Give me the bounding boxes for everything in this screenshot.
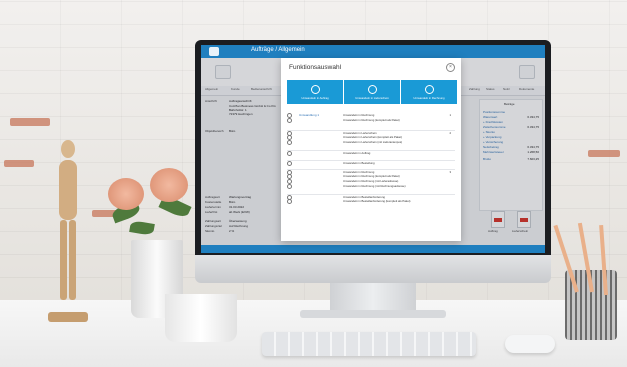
option-text: Umwandeln in Lieferschein (mit Lieferant…: [343, 140, 403, 144]
monitor-stand-base: [300, 310, 446, 318]
title-bar: Aufträge / Allgemein: [201, 45, 545, 58]
circle-icon: [424, 85, 434, 94]
circle-icon: [367, 85, 377, 94]
list-item[interactable]: Umwandeln in Bestellanforderung (komplet…: [287, 199, 455, 204]
wall-brick: [588, 150, 620, 157]
option-text: Umwandeln in Rechnung (mit Lieferadresse…: [343, 179, 399, 183]
tile-label: Umwandeln in Lieferschein: [355, 96, 389, 100]
option-text: Umwandeln in Rechnung: [343, 113, 375, 117]
wooden-mannequin: [48, 140, 88, 330]
option-text: Umwandeln in Bestellanforderung (komplet…: [343, 199, 411, 203]
tile-label: Umwandeln in Rechnung: [413, 96, 445, 100]
radio-icon[interactable]: [287, 151, 292, 156]
list-item[interactable]: Umwandeln in Lieferschein (mit Lieferant…: [287, 140, 455, 145]
monitor-chin: [195, 255, 551, 283]
radio-icon[interactable]: [287, 161, 292, 166]
option-text: Umwandeln in Rechnung (mit Rechnungsadre…: [343, 184, 406, 188]
list-item[interactable]: Umwandeln in Auftrag: [287, 150, 455, 156]
radio-icon[interactable]: [287, 140, 292, 145]
option-group: Umwandlung 1: [299, 113, 320, 117]
list-item[interactable]: Umwandeln in Rechnung (mit Rechnungsadre…: [287, 184, 455, 189]
radio-icon[interactable]: [287, 118, 292, 123]
circle-icon: [310, 85, 320, 94]
convert-to-invoice-button[interactable]: Umwandeln in Rechnung: [401, 80, 457, 104]
app-logo-icon: [209, 47, 219, 56]
monitor-stand: [330, 283, 416, 313]
option-text: Umwandeln in Auftrag: [343, 151, 371, 155]
status-bar: [201, 245, 545, 253]
window-title: Aufträge / Allgemein: [251, 47, 305, 53]
keyboard: [262, 332, 476, 356]
option-number: 1: [449, 113, 451, 117]
flower: [150, 168, 188, 202]
function-selection-dialog: Funktionsauswahl × Umwandeln in Auftrag …: [281, 58, 461, 241]
option-text: Umwandeln in Lieferschein (komplett als …: [343, 135, 403, 139]
wall-brick: [10, 118, 50, 126]
convert-to-order-button[interactable]: Umwandeln in Auftrag: [287, 80, 343, 104]
list-item[interactable]: Umwandeln in Rechnung (komplett als Pake…: [287, 118, 455, 123]
close-icon[interactable]: ×: [446, 63, 455, 72]
option-text: Umwandeln in Rechnung (komplett als Pake…: [343, 174, 400, 178]
radio-icon[interactable]: [287, 184, 292, 189]
coffee-cup: [165, 294, 237, 342]
option-text: Umwandeln in Bestellung: [343, 161, 375, 165]
option-text: Umwandeln in Rechnung (komplett als Pake…: [343, 118, 400, 122]
convert-to-delivery-note-button[interactable]: Umwandeln in Lieferschein: [344, 80, 400, 104]
mouse: [505, 335, 555, 353]
wall-brick: [4, 160, 34, 167]
dialog-title: Funktionsauswahl: [289, 64, 342, 71]
flower: [108, 178, 144, 210]
radio-icon[interactable]: [287, 199, 292, 204]
app-screen: Aufträge / Allgemein Allgemein Kunde Bed…: [201, 45, 545, 253]
tile-label: Umwandeln in Auftrag: [301, 96, 329, 100]
list-item[interactable]: Umwandeln in Bestellung: [287, 160, 455, 166]
